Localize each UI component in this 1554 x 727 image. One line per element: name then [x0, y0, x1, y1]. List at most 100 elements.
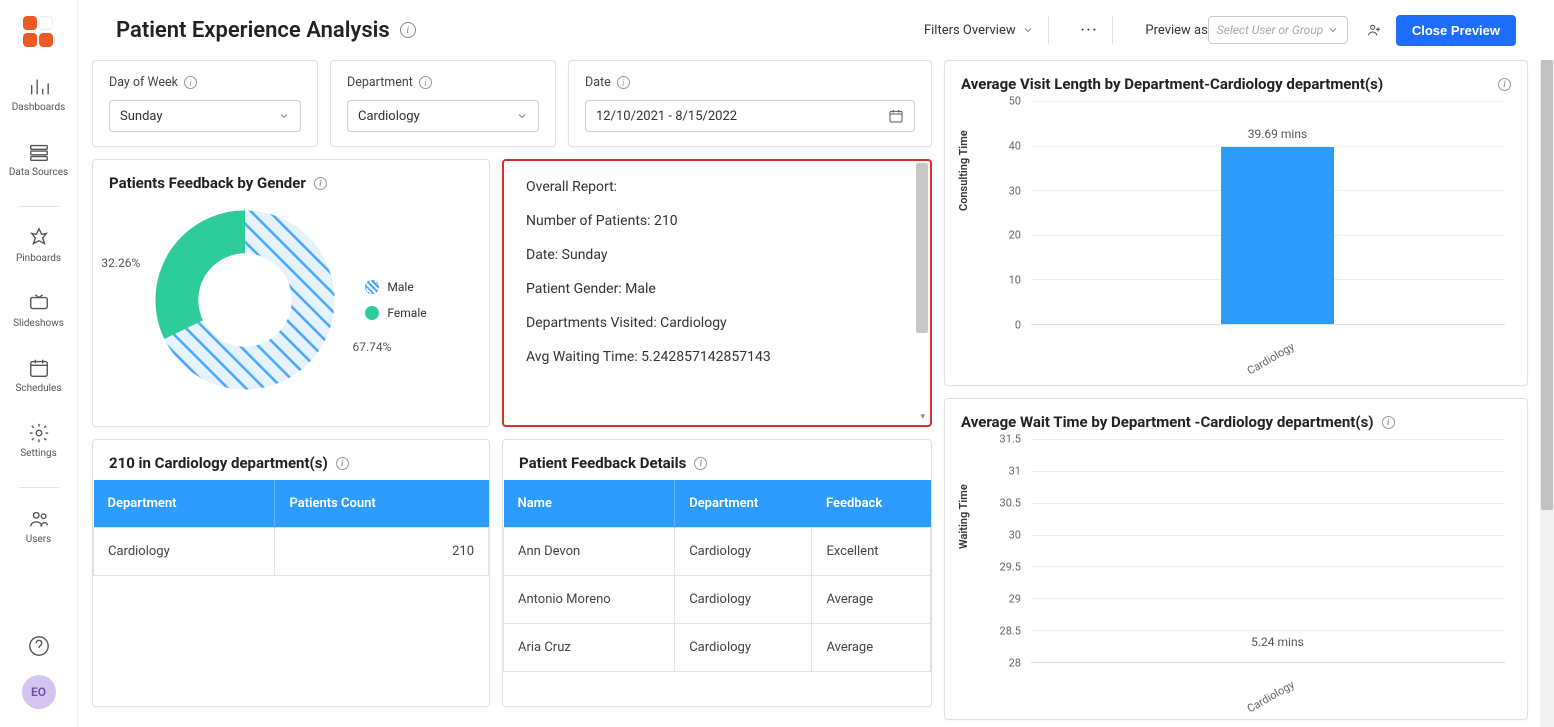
- col-header[interactable]: Patients Count: [275, 480, 489, 528]
- report-line: Date: Sunday: [526, 247, 908, 263]
- report-line: Departments Visited: Cardiology: [526, 315, 908, 331]
- bar-value-label: 39.69 mins: [1248, 127, 1307, 141]
- add-user-button[interactable]: [1366, 22, 1382, 38]
- info-icon[interactable]: i: [184, 76, 197, 89]
- more-menu[interactable]: ···: [1081, 23, 1099, 38]
- widget-title-text: Patients Feedback by Gender: [109, 174, 306, 192]
- calendar-icon: [888, 108, 904, 124]
- scrollbar-thumb[interactable]: [916, 163, 928, 333]
- user-avatar[interactable]: EO: [22, 675, 56, 709]
- sidebar-label: Data Sources: [9, 167, 68, 178]
- filter-card-department: Department i Cardiology: [330, 60, 556, 147]
- col-header[interactable]: Department: [675, 480, 812, 528]
- info-icon[interactable]: i: [400, 22, 416, 38]
- pin-icon: [28, 227, 50, 249]
- database-icon: [28, 141, 50, 163]
- col-header[interactable]: Feedback: [812, 480, 931, 528]
- x-axis-label: Cardiology: [1244, 678, 1296, 715]
- filter-label: Department: [347, 75, 413, 90]
- table-row[interactable]: Ann Devon Cardiology Excellent: [504, 528, 931, 576]
- col-header[interactable]: Name: [504, 480, 675, 528]
- sidebar-label: Pinboards: [16, 253, 61, 264]
- sidebar-label: Slideshows: [13, 318, 64, 329]
- scrollbar-thumb[interactable]: [1541, 60, 1553, 510]
- sidebar-label: Settings: [20, 448, 57, 459]
- report-line: Overall Report:: [526, 179, 908, 195]
- calendar-icon: [28, 357, 50, 379]
- day-select[interactable]: Sunday: [109, 100, 301, 132]
- filters-overview-dropdown[interactable]: Filters Overview: [924, 23, 1034, 38]
- scroll-down-icon[interactable]: ▾: [920, 412, 925, 422]
- info-icon[interactable]: i: [1382, 416, 1395, 429]
- sidebar-item-users[interactable]: Users: [0, 504, 77, 549]
- legend-female: Female: [387, 306, 426, 320]
- chart-bar[interactable]: [1221, 147, 1335, 324]
- table-row[interactable]: Antonio Moreno Cardiology Average: [504, 576, 931, 624]
- page-title: Patient Experience Analysis: [116, 18, 390, 43]
- info-icon[interactable]: i: [1498, 78, 1511, 91]
- info-icon[interactable]: i: [617, 76, 630, 89]
- wait-time-chart-widget: Average Wait Time by Department -Cardiol…: [944, 398, 1528, 720]
- chevron-down-icon: [1327, 24, 1339, 36]
- info-icon[interactable]: i: [314, 177, 327, 190]
- help-icon: [28, 635, 50, 657]
- user-group-select[interactable]: Select User or Group: [1208, 16, 1348, 44]
- report-line: Avg Waiting Time: 5.242857142857143: [526, 349, 908, 365]
- filter-card-date: Datei 12/10/2021 - 8/15/2022: [568, 60, 932, 147]
- bar-chart: Waiting Time 28 28.5 29 29.5 30 30.5 31 …: [961, 439, 1511, 699]
- chevron-down-icon: [278, 110, 290, 122]
- gear-icon: [28, 422, 50, 444]
- sidebar-item-slideshows[interactable]: Slideshows: [0, 288, 77, 333]
- user-plus-icon: [1366, 22, 1382, 38]
- department-select[interactable]: Cardiology: [347, 100, 539, 132]
- info-icon[interactable]: i: [419, 76, 432, 89]
- col-header[interactable]: Department: [94, 480, 275, 528]
- sidebar-item-pinboards[interactable]: Pinboards: [0, 223, 77, 268]
- y-axis-label: Consulting Time: [957, 130, 970, 211]
- y-axis-label: Waiting Time: [957, 484, 970, 549]
- preview-as-label: Preview as: [1145, 23, 1207, 38]
- sidebar-label: Schedules: [15, 383, 61, 394]
- donut-chart: [155, 210, 335, 390]
- content-area: Day of Weeki Sunday Department i Cardiolo…: [78, 60, 1554, 727]
- male-pct-label: 67.74%: [352, 340, 391, 354]
- gender-feedback-widget: Patients Feedback by Gender i 32.26%: [92, 159, 490, 427]
- tv-icon: [28, 292, 50, 314]
- feedback-table: Name Department Feedback Ann Devon Cardi…: [503, 480, 931, 672]
- sidebar-item-schedules[interactable]: Schedules: [0, 353, 77, 398]
- dept-table: Department Patients Count Cardiology 210: [93, 480, 489, 576]
- chart-bar-icon: [28, 76, 50, 98]
- topbar: Patient Experience Analysis i Filters Ov…: [78, 0, 1554, 60]
- chevron-down-icon: [1022, 24, 1034, 36]
- sidebar-label: Users: [26, 534, 52, 545]
- filter-label: Date: [585, 75, 611, 90]
- info-icon[interactable]: i: [694, 457, 707, 470]
- female-pct-label: 32.26%: [101, 256, 140, 270]
- chevron-down-icon: [516, 110, 528, 122]
- x-axis-label: Cardiology: [1244, 340, 1296, 377]
- close-preview-button[interactable]: Close Preview: [1396, 15, 1516, 46]
- app-logo: [23, 16, 55, 48]
- widget-title-text: Patient Feedback Details: [519, 454, 686, 472]
- users-icon: [28, 508, 50, 530]
- info-icon[interactable]: i: [336, 457, 349, 470]
- chart-legend: Male Female: [365, 280, 426, 320]
- sidebar-item-datasources[interactable]: Data Sources: [0, 137, 77, 182]
- sidebar-item-settings[interactable]: Settings: [0, 418, 77, 463]
- visit-length-chart-widget: Average Visit Length by Department-Cardi…: [944, 60, 1528, 386]
- feedback-details-widget: Patient Feedback Details i Name Departmen…: [502, 439, 932, 707]
- table-row[interactable]: Aria Cruz Cardiology Average: [504, 624, 931, 672]
- sidebar-label: Dashboards: [12, 102, 66, 113]
- report-line: Number of Patients: 210: [526, 213, 908, 229]
- sidebar-item-dashboards[interactable]: Dashboards: [0, 72, 77, 117]
- scrollbar-track[interactable]: [1540, 60, 1554, 727]
- table-row[interactable]: Cardiology 210: [94, 528, 489, 576]
- date-range-input[interactable]: 12/10/2021 - 8/15/2022: [585, 100, 915, 132]
- widget-title-text: Average Wait Time by Department -Cardiol…: [961, 413, 1374, 431]
- help-button[interactable]: [0, 631, 77, 661]
- bar-chart: Consulting Time 0 10 20 30 40 50: [961, 101, 1511, 361]
- widget-title-text: 210 in Cardiology department(s): [109, 454, 328, 472]
- dept-count-widget: 210 in Cardiology department(s) i Departm…: [92, 439, 490, 707]
- widget-title-text: Average Visit Length by Department-Cardi…: [961, 75, 1383, 93]
- filter-card-day: Day of Weeki Sunday: [92, 60, 318, 147]
